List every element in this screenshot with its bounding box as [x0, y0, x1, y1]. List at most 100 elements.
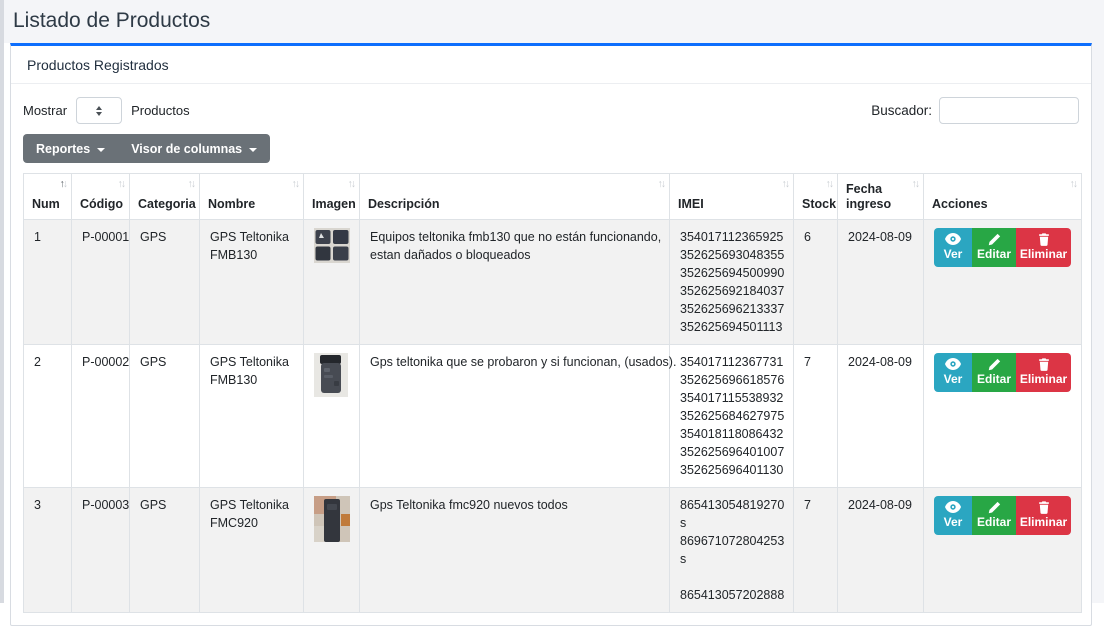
ver-button[interactable]: Ver	[934, 228, 972, 267]
header-row: Num↑↓Código↑↓Categoria↑↓Nombre↑↓Imagen↑↓…	[24, 174, 1082, 220]
cell-num: 1	[24, 220, 72, 345]
action-button-label: Ver	[944, 247, 963, 262]
table-row: 3P-00003GPSGPS Teltonika FMC920Gps Telto…	[24, 488, 1082, 613]
collapse-panel-button[interactable]	[1071, 61, 1075, 69]
chevron-up-icon	[96, 106, 102, 110]
table-row: 2P-00002GPSGPS Teltonika FMB130Gps telto…	[24, 345, 1082, 488]
card-title: Productos Registrados	[27, 57, 169, 73]
action-button-label: Ver	[944, 515, 963, 530]
sort-icon: ↑↓	[658, 177, 665, 192]
column-label: Descripción	[368, 197, 440, 211]
visor-de-columnas-button[interactable]: Visor de columnas	[118, 134, 270, 163]
cell-num: 2	[24, 345, 72, 488]
column-header-imagen[interactable]: Imagen↑↓	[304, 174, 360, 220]
cell-codigo: P-00002	[72, 345, 130, 488]
column-header-acciones[interactable]: Acciones ↑↓	[924, 174, 1082, 220]
ver-button[interactable]: Ver	[934, 496, 972, 535]
eliminar-button[interactable]: Eliminar	[1016, 353, 1071, 392]
column-label: Código	[80, 197, 123, 211]
pencil-icon	[988, 357, 1001, 371]
card-body: Mostrar Productos Buscador: Reportes Vis…	[11, 84, 1091, 625]
cell-acciones: Ver EditarEliminar	[924, 220, 1082, 345]
sort-icon: ↑↓	[1070, 177, 1077, 192]
cell-fecha-ingreso: 2024-08-09	[838, 488, 924, 613]
row-actions-group: Ver Editar Eliminar	[934, 353, 1071, 392]
editar-button[interactable]: Editar	[972, 496, 1016, 535]
sort-down-arrow: ↓	[785, 178, 788, 190]
table-body: 1P-00001GPSGPS Teltonika FMB130Equipos t…	[24, 220, 1082, 613]
cell-stock: 6	[794, 220, 838, 345]
product-thumbnail	[314, 353, 349, 397]
cell-codigo: P-00003	[72, 488, 130, 613]
eliminar-button[interactable]: Eliminar	[1016, 228, 1071, 267]
column-header-codigo[interactable]: Código ↑↓	[72, 174, 130, 220]
sort-icon: ↑↓	[118, 177, 125, 192]
action-button-label: Ver	[944, 372, 963, 387]
column-header-stock[interactable]: Stock ↑↓	[794, 174, 838, 220]
column-header-num[interactable]: Num↑↓	[24, 174, 72, 220]
cell-stock: 7	[794, 345, 838, 488]
cell-categoria: GPS	[130, 345, 200, 488]
sidebar-edge	[0, 0, 4, 603]
cell-descripcion: Gps teltonika que se probaron y si funci…	[360, 345, 670, 488]
cell-imagen	[304, 220, 360, 345]
cell-descripcion: Gps Teltonika fmc920 nuevos todos	[360, 488, 670, 613]
action-button-label: Editar	[977, 372, 1011, 387]
editar-button[interactable]: Editar	[972, 353, 1016, 392]
show-entries-select[interactable]	[76, 97, 122, 124]
table-row: 1P-00001GPSGPS Teltonika FMB130Equipos t…	[24, 220, 1082, 345]
cell-imagen	[304, 488, 360, 613]
chevron-down-icon	[96, 112, 102, 116]
pencil-icon	[988, 232, 1001, 246]
search-label: Buscador:	[871, 103, 932, 118]
cell-fecha-ingreso: 2024-08-09	[838, 220, 924, 345]
editar-button[interactable]: Editar	[972, 228, 1016, 267]
eliminar-button[interactable]: Eliminar	[1016, 496, 1071, 535]
cell-nombre: GPS Teltonika FMC920	[200, 488, 304, 613]
column-label: Stock	[802, 197, 836, 211]
sort-icon: ↑↓	[188, 177, 195, 192]
cell-fecha-ingreso: 2024-08-09	[838, 345, 924, 488]
column-label: Acciones	[932, 197, 988, 211]
column-header-descripcion[interactable]: Descripción ↑↓	[360, 174, 670, 220]
eye-icon	[945, 232, 961, 246]
action-button-label: Eliminar	[1020, 515, 1067, 530]
sort-down-arrow: ↓	[351, 178, 354, 190]
column-label: Fecha ingreso	[846, 182, 891, 211]
sort-icon: ↑↓	[348, 177, 355, 192]
visor-button-label: Visor de columnas	[131, 142, 242, 156]
sort-down-arrow: ↓	[915, 178, 918, 190]
reportes-button[interactable]: Reportes	[23, 134, 118, 163]
eye-icon	[945, 500, 961, 514]
column-header-nombre[interactable]: Nombre↑↓	[200, 174, 304, 220]
cell-stock: 7	[794, 488, 838, 613]
card-header: Productos Registrados	[11, 46, 1091, 84]
column-label: IMEI	[678, 197, 704, 211]
sort-icon: ↑↓	[782, 177, 789, 192]
cell-num: 3	[24, 488, 72, 613]
page-margin	[1092, 0, 1104, 603]
sort-down-arrow: ↓	[295, 178, 298, 190]
search-input[interactable]	[939, 97, 1079, 124]
action-button-label: Editar	[977, 515, 1011, 530]
column-header-categoria[interactable]: Categoria↑↓	[130, 174, 200, 220]
reportes-button-label: Reportes	[36, 142, 90, 156]
column-header-imei[interactable]: IMEI ↑↓	[670, 174, 794, 220]
show-entries-label: Mostrar	[23, 103, 67, 118]
sort-icon: ↑↓	[826, 177, 833, 192]
column-label: Nombre	[208, 197, 255, 211]
cell-imei: 3540171123659253526256930483553526256945…	[670, 220, 794, 345]
page-title: Listado de Productos	[13, 9, 210, 33]
eye-icon	[945, 357, 961, 371]
ver-button[interactable]: Ver	[934, 353, 972, 392]
show-entries-suffix: Productos	[131, 103, 190, 118]
sort-icon: ↑↓	[60, 177, 67, 192]
cell-codigo: P-00001	[72, 220, 130, 345]
row-actions-group: Ver EditarEliminar	[934, 228, 1071, 267]
sort-down-arrow: ↓	[63, 178, 66, 190]
sort-down-arrow: ↓	[829, 178, 832, 190]
table-header: Num↑↓Código↑↓Categoria↑↓Nombre↑↓Imagen↑↓…	[24, 174, 1082, 220]
row-actions-group: Ver Editar Eliminar	[934, 496, 1071, 535]
pencil-icon	[988, 500, 1001, 514]
column-header-fecha[interactable]: Fecha ingreso↑↓	[838, 174, 924, 220]
